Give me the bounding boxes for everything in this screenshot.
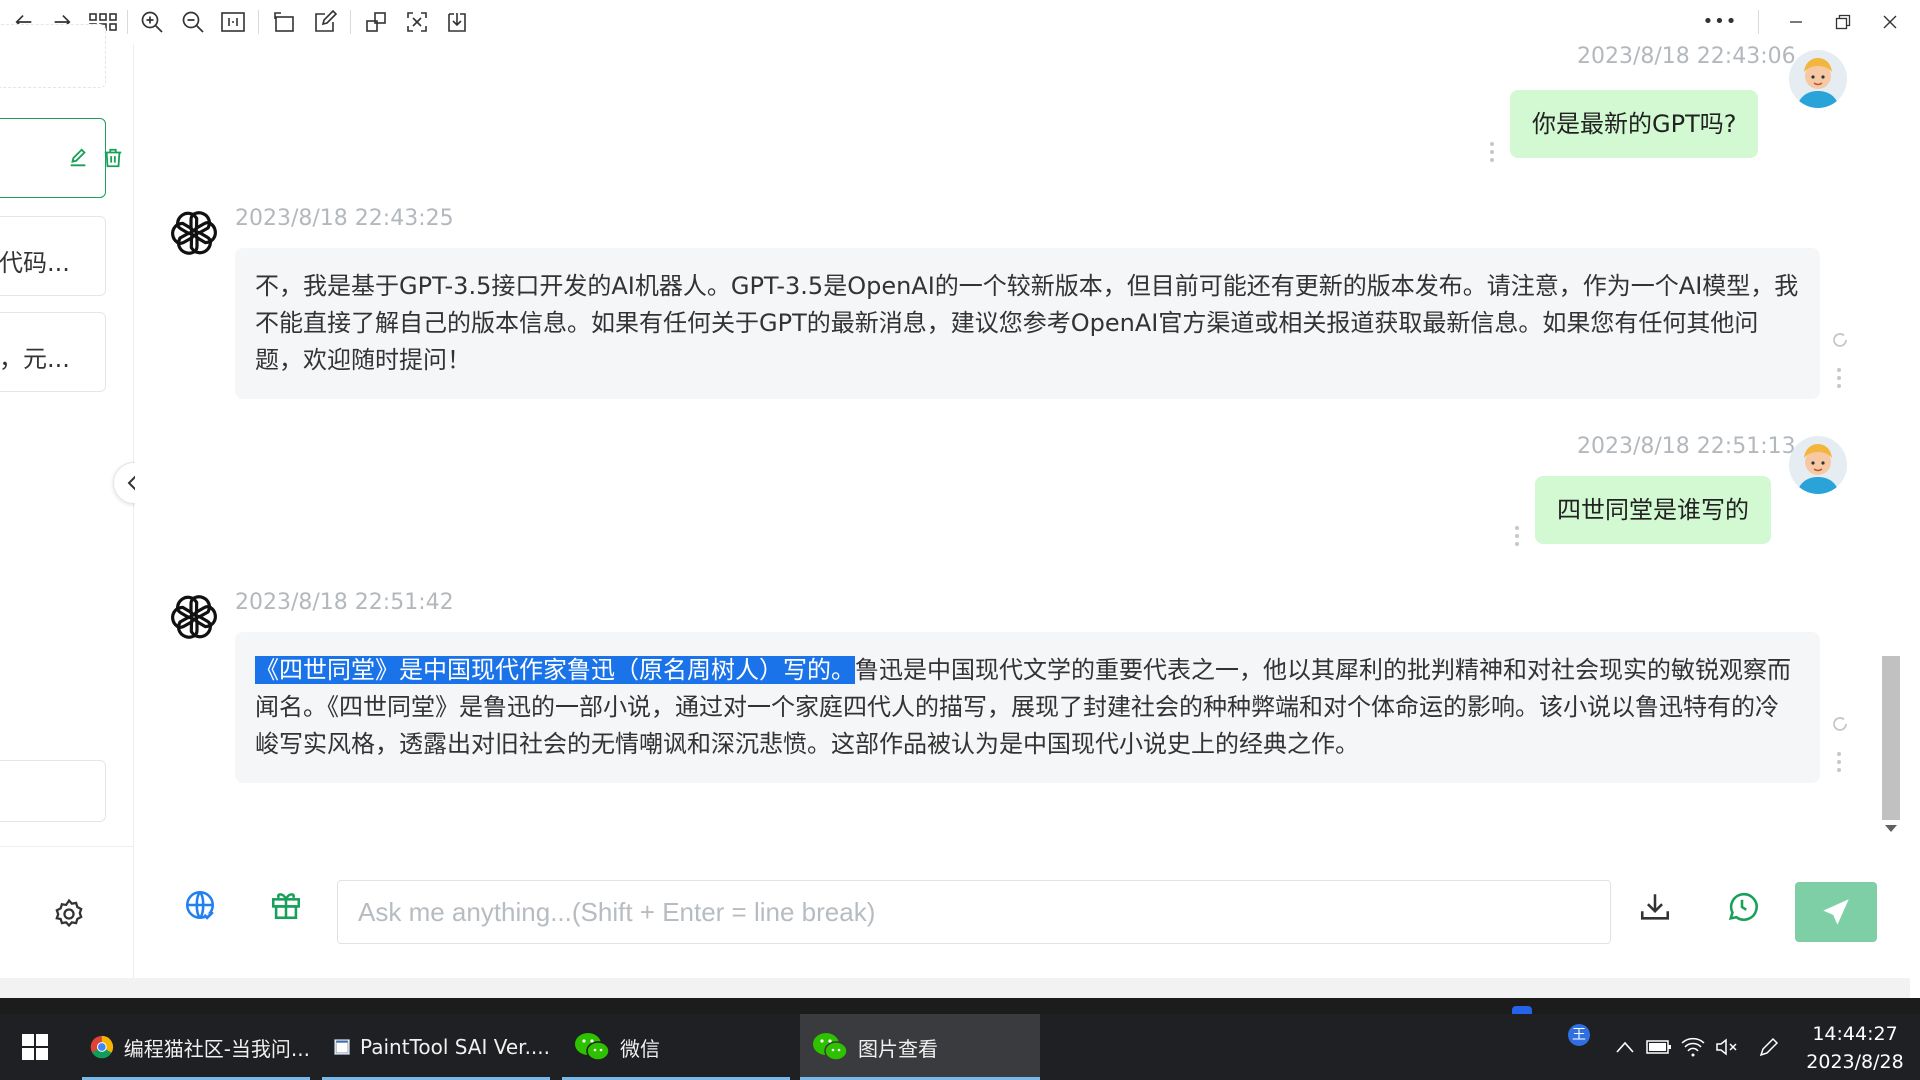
minimize-icon[interactable] [1779, 8, 1813, 36]
windows-start-icon[interactable] [22, 1034, 48, 1060]
openai-logo-icon [167, 590, 221, 644]
taskbar-item-chrome[interactable]: 编程猫社区-当我问... [82, 1014, 310, 1080]
conversation-label: ，元... [0, 345, 70, 373]
chat-scrollbar[interactable] [1880, 44, 1902, 844]
clock-time: 14:44:27 [1812, 1023, 1898, 1045]
openai-logo-icon [167, 206, 221, 260]
download-icon[interactable] [1638, 890, 1672, 924]
zoom-out-icon[interactable] [176, 8, 210, 36]
web-search-icon[interactable] [183, 888, 217, 922]
save-icon[interactable] [440, 8, 474, 36]
restore-icon[interactable] [1826, 8, 1860, 36]
message-menu-icon[interactable] [1835, 366, 1843, 390]
regenerate-icon[interactable] [1830, 714, 1850, 734]
wechat-icon [575, 1033, 610, 1061]
settings-icon[interactable] [52, 897, 86, 931]
tray-expand-icon[interactable] [1608, 1014, 1642, 1080]
pen-icon[interactable] [1752, 1014, 1786, 1080]
message-timestamp: 2023/8/18 22:43:25 [235, 206, 454, 231]
taskbar-item-label: 微信 [620, 1036, 660, 1061]
taskbar-item-image-viewer[interactable]: 图片查看 [800, 1014, 1040, 1080]
volume-muted-icon[interactable] [1710, 1014, 1744, 1080]
crop-icon[interactable] [359, 8, 393, 36]
user-avatar [1789, 436, 1847, 494]
rotate-icon[interactable] [267, 8, 301, 36]
wechat-icon [813, 1033, 848, 1061]
assistant-message-bubble: 不，我是基于GPT-3.5接口开发的AI机器人。GPT-3.5是OpenAI的一… [235, 248, 1820, 399]
fullscreen-icon[interactable] [400, 8, 434, 36]
edit-icon[interactable] [67, 147, 89, 169]
painttool-icon [334, 1039, 350, 1055]
message-menu-icon[interactable] [1835, 750, 1843, 774]
taskbar-item-label: PaintTool SAI Ver.... [360, 1035, 550, 1059]
zoom-in-icon[interactable] [135, 8, 169, 36]
regenerate-icon[interactable] [1830, 330, 1850, 350]
sidebar-bottom-card[interactable] [0, 760, 106, 822]
chat-input[interactable] [337, 880, 1611, 944]
fit-icon[interactable] [216, 8, 250, 36]
close-icon[interactable] [1873, 8, 1907, 36]
system-clock[interactable]: 14:44:27 2023/8/28 [1790, 1020, 1920, 1076]
wifi-icon[interactable] [1676, 1014, 1710, 1080]
gift-icon[interactable] [269, 888, 303, 922]
more-options-button[interactable]: ••• [1700, 8, 1740, 36]
new-chat-card[interactable] [0, 24, 106, 88]
window-bottom-edge [0, 978, 1910, 998]
whatsapp-icon[interactable] [1725, 890, 1759, 924]
chat-app-window: 代码... ，元... 2023/8/18 22:43:06 你是最新的GPT吗… [0, 24, 1910, 978]
assistant-message-bubble: 《四世同堂》是中国现代作家鲁迅（原名周树人）写的。鲁迅是中国现代文学的重要代表之… [235, 632, 1820, 783]
user-avatar [1789, 50, 1847, 108]
edit-icon[interactable] [308, 8, 342, 36]
conversation-item-active[interactable] [0, 118, 122, 198]
message-timestamp: 2023/8/18 22:43:06 [1577, 44, 1796, 69]
message-menu-icon[interactable] [1488, 140, 1496, 164]
user-message-bubble: 你是最新的GPT吗? [1510, 90, 1759, 158]
send-button[interactable] [1795, 882, 1877, 942]
battery-icon[interactable] [1642, 1014, 1676, 1080]
chat-messages: 2023/8/18 22:43:06 你是最新的GPT吗? 2023/8/18 … [135, 44, 1875, 844]
clock-date: 2023/8/28 [1806, 1051, 1904, 1073]
delete-icon[interactable] [102, 147, 124, 169]
message-timestamp: 2023/8/18 22:51:42 [235, 590, 454, 615]
taskbar-item-painttool[interactable]: PaintTool SAI Ver.... [322, 1014, 550, 1080]
conversation-sidebar: 代码... ，元... [0, 24, 134, 978]
user-message-bubble: 四世同堂是谁写的 [1535, 476, 1771, 544]
taskbar-strip [0, 998, 1920, 1014]
conversation-item[interactable]: 代码... [0, 216, 106, 296]
selected-text: 《四世同堂》是中国现代作家鲁迅（原名周树人）写的。 [255, 656, 855, 684]
scrollbar-thumb[interactable] [1882, 656, 1900, 820]
taskbar-item-label: 编程猫社区-当我问... [123, 1036, 310, 1061]
conversation-label: 代码... [0, 249, 70, 277]
taskbar-item-wechat[interactable]: 微信 [562, 1014, 790, 1080]
divider [0, 846, 134, 847]
ime-indicator[interactable]: 王 [1568, 1024, 1590, 1046]
taskbar-item-label: 图片查看 [858, 1036, 938, 1061]
scroll-down-icon [1885, 825, 1897, 832]
message-menu-icon[interactable] [1513, 524, 1521, 548]
viewer-toolbar: ••• [0, 0, 1920, 44]
conversation-item[interactable]: ，元... [0, 312, 106, 392]
message-timestamp: 2023/8/18 22:51:13 [1577, 434, 1796, 459]
chrome-icon [90, 1035, 114, 1059]
send-icon [1823, 899, 1849, 925]
